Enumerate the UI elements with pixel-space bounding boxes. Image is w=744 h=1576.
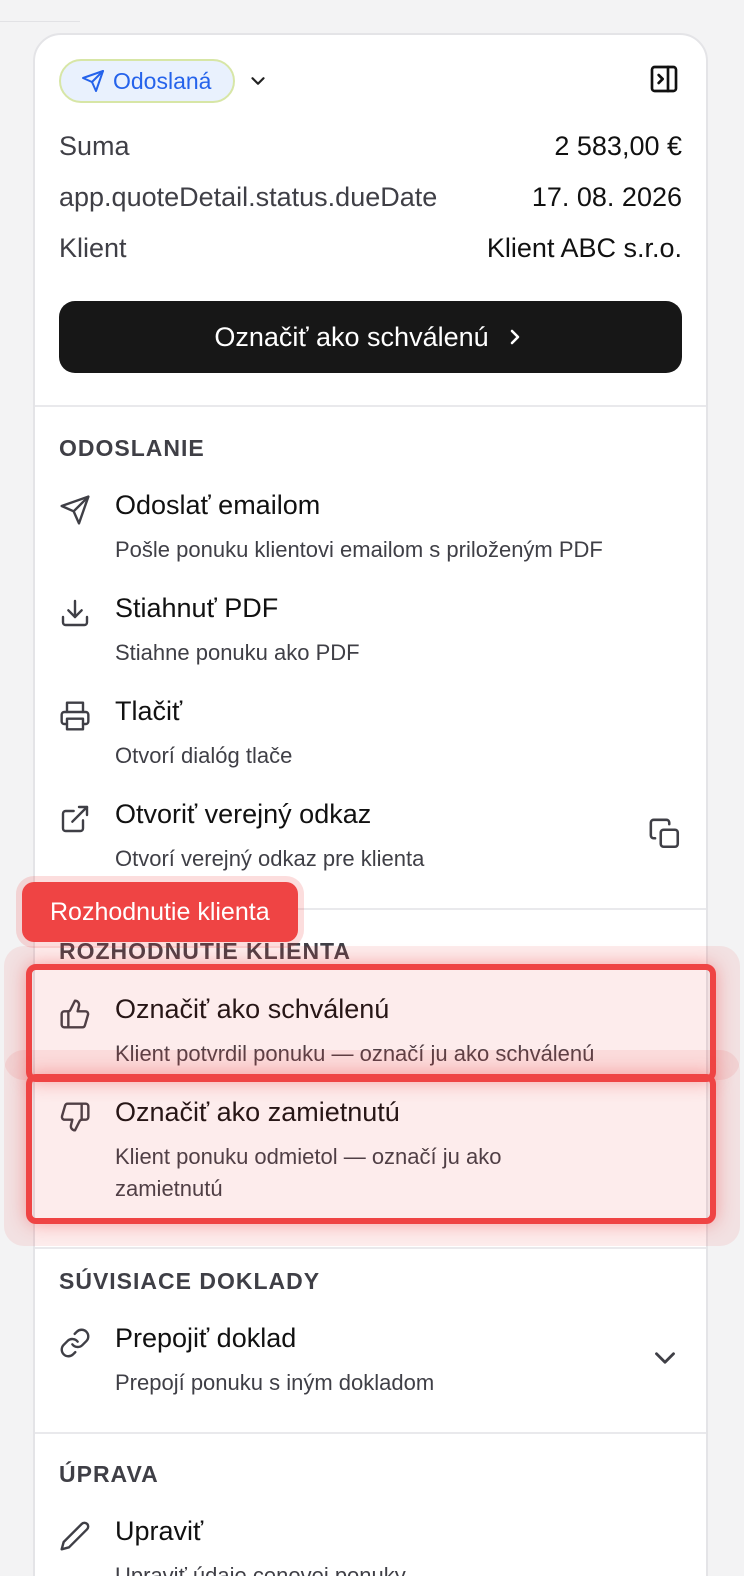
top-divider xyxy=(0,0,80,22)
action-send-email[interactable]: Odoslať emailom Pošle ponuku klientovi e… xyxy=(59,490,682,562)
action-title: Otvoriť verejný odkaz xyxy=(115,799,372,829)
section-divider xyxy=(35,1247,706,1249)
summary-label: app.quoteDetail.status.dueDate xyxy=(59,182,438,212)
action-download-pdf[interactable]: Stiahnuť PDF Stiahne ponuku ako PDF xyxy=(59,593,682,665)
summary-row-client: Klient Klient ABC s.r.o. xyxy=(59,233,682,264)
highlight-reject xyxy=(26,1074,716,1224)
download-icon xyxy=(59,597,91,629)
section-title-related-documents: SÚVISIACE DOKLADY xyxy=(59,1268,321,1294)
action-title: Stiahnuť PDF xyxy=(115,593,279,623)
action-description: Otvorí verejný odkaz pre klienta xyxy=(115,846,425,871)
action-title: Upraviť xyxy=(115,1516,204,1546)
highlight-approve xyxy=(26,964,716,1082)
pencil-icon xyxy=(59,1520,91,1552)
approve-primary-label: Označiť ako schválenú xyxy=(214,321,489,352)
summary-value: 17. 08. 2026 xyxy=(531,182,682,212)
action-title: Odoslať emailom xyxy=(115,490,321,520)
status-row: Odoslaná xyxy=(59,59,271,103)
action-title: Prepojiť doklad xyxy=(115,1323,297,1353)
summary-value: Klient ABC s.r.o. xyxy=(486,233,682,263)
action-open-public-link[interactable]: Otvoriť verejný odkaz Otvorí verejný odk… xyxy=(59,799,682,871)
printer-icon xyxy=(59,700,91,732)
chevron-down-icon[interactable] xyxy=(648,1341,682,1375)
action-title: Tlačiť xyxy=(115,696,183,726)
summary-label: Klient xyxy=(59,233,127,263)
section-title-edit: ÚPRAVA xyxy=(59,1461,159,1487)
quote-detail-panel: Odoslaná Suma 2 583,00 € app.quoteDetail… xyxy=(33,33,708,1576)
approve-primary-button[interactable]: Označiť ako schválenú xyxy=(59,301,682,373)
action-description: Prepojí ponuku s iným dokladom xyxy=(115,1370,435,1395)
tooltip-label: Rozhodnutie klienta xyxy=(50,897,270,926)
summary-value: 2 583,00 € xyxy=(554,131,682,161)
send-icon xyxy=(59,494,91,526)
section-divider xyxy=(35,405,706,407)
action-description: Upraviť údaje cenovej ponuky xyxy=(115,1563,406,1576)
summary-label: Suma xyxy=(59,131,130,161)
external-link-icon xyxy=(59,803,91,835)
action-link-document[interactable]: Prepojiť doklad Prepojí ponuku s iným do… xyxy=(59,1323,682,1395)
copy-icon[interactable] xyxy=(648,817,682,851)
sidebar-toggle-icon[interactable] xyxy=(648,63,680,95)
summary-row-amount: Suma 2 583,00 € xyxy=(59,131,682,162)
action-description: Stiahne ponuku ako PDF xyxy=(115,640,360,665)
action-edit[interactable]: Upraviť Upraviť údaje cenovej ponuky xyxy=(59,1516,682,1576)
send-icon xyxy=(82,70,104,92)
status-label: Odoslaná xyxy=(113,67,212,94)
chevron-down-icon[interactable] xyxy=(245,68,271,94)
action-description: Otvorí dialóg tlače xyxy=(115,743,293,768)
action-print[interactable]: Tlačiť Otvorí dialóg tlače xyxy=(59,696,682,768)
chevron-right-icon xyxy=(510,329,519,345)
status-badge[interactable]: Odoslaná xyxy=(59,59,236,103)
summary-row-due-date: app.quoteDetail.status.dueDate 17. 08. 2… xyxy=(59,182,682,213)
section-title-sending: ODOSLANIE xyxy=(59,435,205,461)
section-tooltip: Rozhodnutie klienta xyxy=(22,882,298,942)
section-divider xyxy=(35,1432,706,1434)
link-icon xyxy=(59,1327,91,1359)
action-description: Pošle ponuku klientovi emailom s prilože… xyxy=(115,537,603,562)
